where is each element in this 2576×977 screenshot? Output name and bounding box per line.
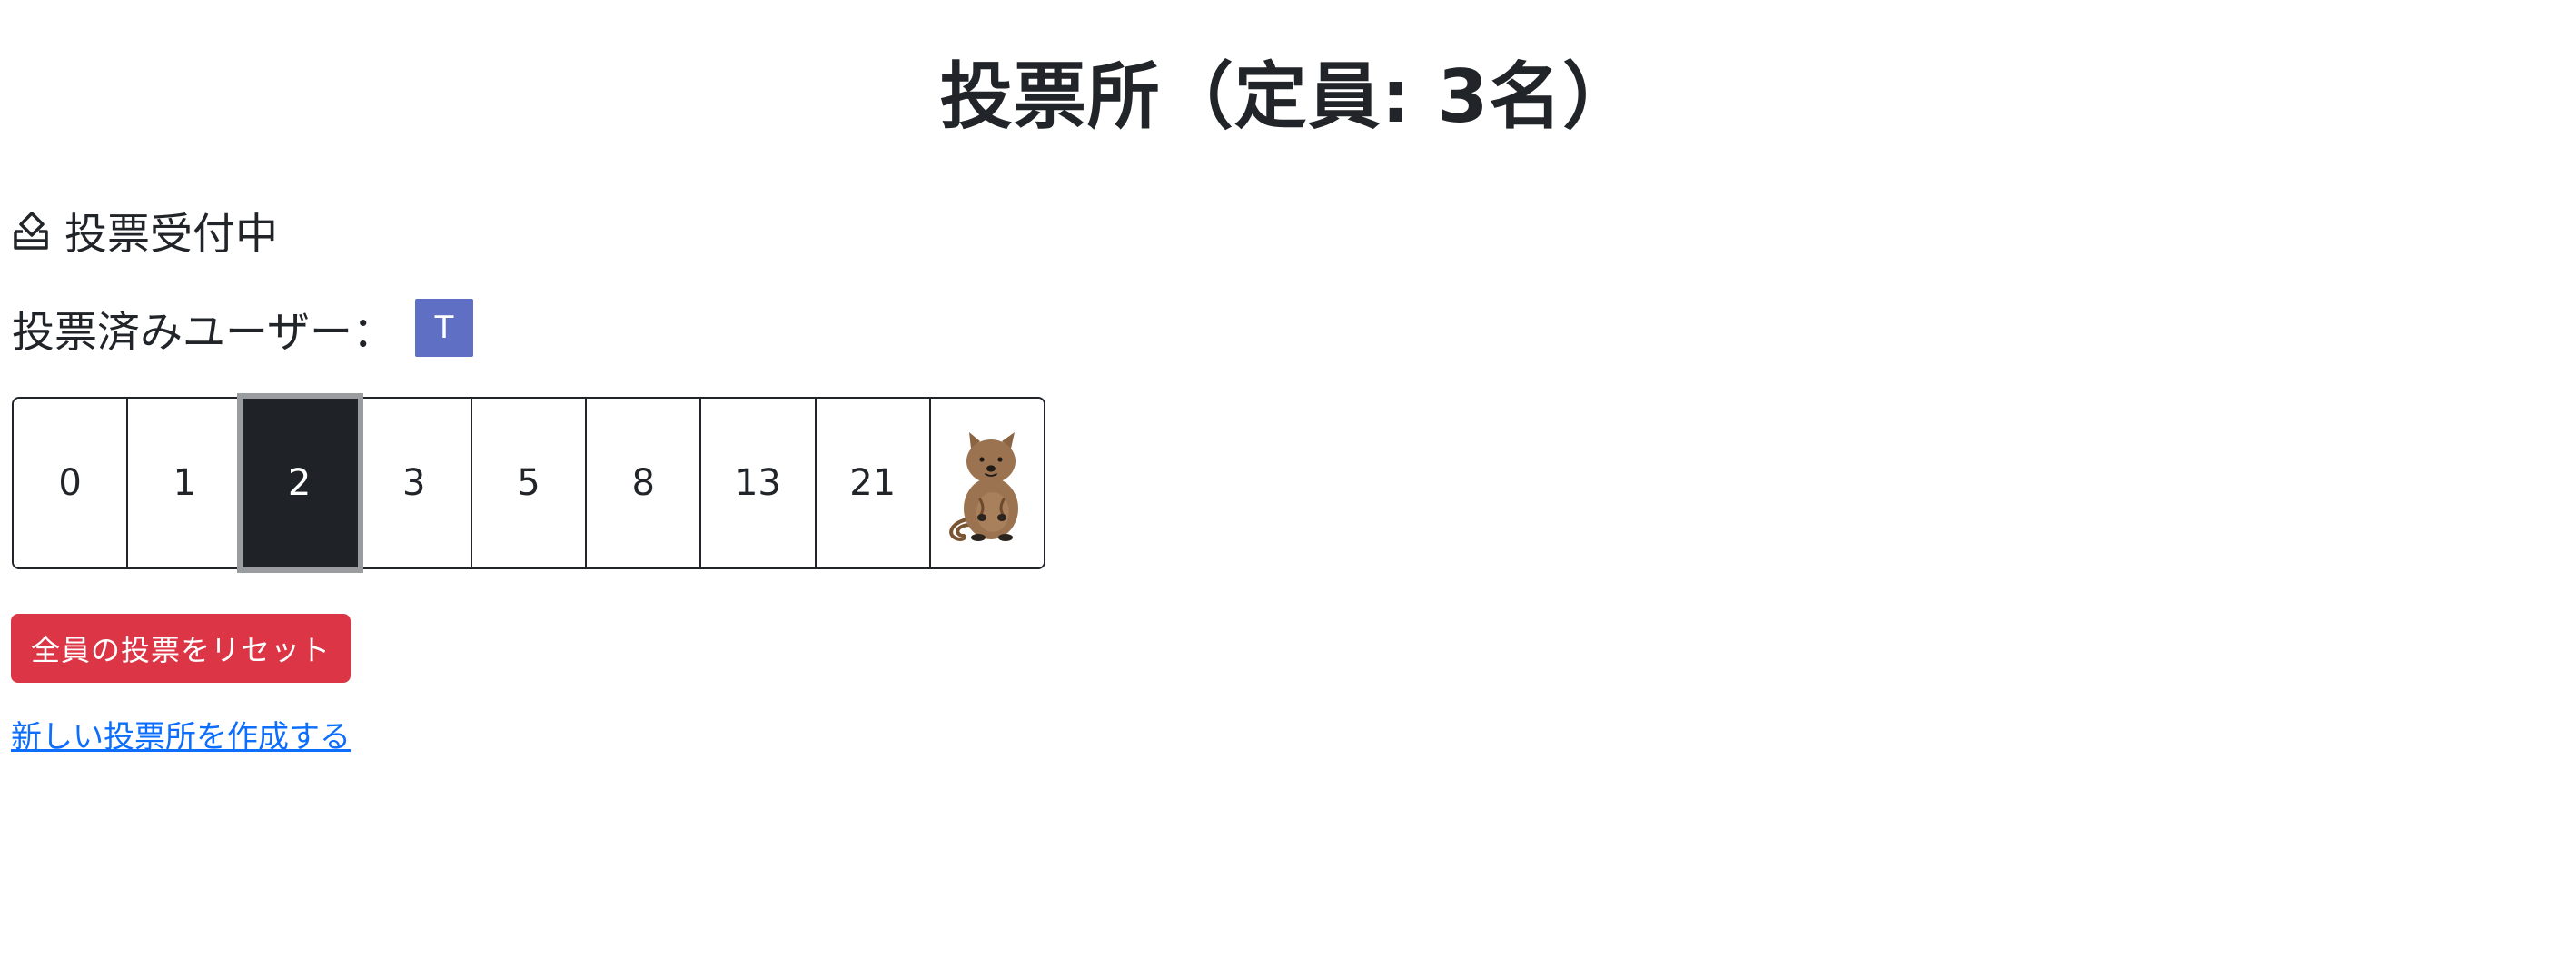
vote-card-8[interactable]: 8 (587, 399, 702, 567)
vote-card-group: 0 1 2 3 5 8 13 21 (12, 397, 1045, 569)
vote-card-3[interactable]: 3 (357, 399, 472, 567)
ballot-box-icon (12, 208, 50, 252)
vote-card-quokka[interactable] (930, 399, 1044, 567)
page-title: 投票所（定員: 3名） (939, 54, 1637, 139)
vote-card-5[interactable]: 5 (471, 399, 588, 567)
vote-card-2[interactable]: 2 (243, 399, 358, 567)
create-new-room-link[interactable]: 新しい投票所を作成する (11, 712, 351, 756)
voting-status: 投票受付中 (12, 200, 278, 260)
user-badge: T (415, 299, 474, 357)
voting-status-text: 投票受付中 (64, 209, 278, 260)
vote-card-0[interactable]: 0 (14, 399, 129, 567)
voted-users-label: 投票済みユーザー： (12, 307, 396, 358)
quokka-icon (944, 421, 1031, 545)
vote-card-13[interactable]: 13 (701, 399, 817, 567)
reset-votes-button[interactable]: 全員の投票をリセット (11, 614, 351, 683)
voted-users: 投票済みユーザー： T (12, 296, 474, 360)
vote-card-1[interactable]: 1 (128, 399, 243, 567)
vote-card-21[interactable]: 21 (816, 399, 931, 567)
